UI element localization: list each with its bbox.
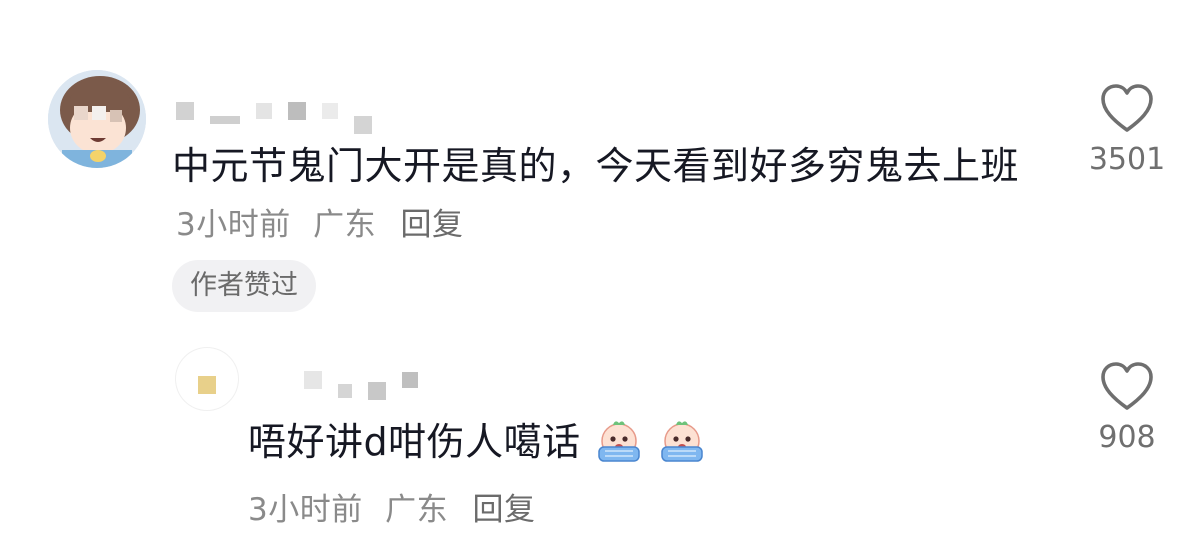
avatar-blur-block — [198, 376, 216, 394]
crying-emoji-icon — [595, 417, 643, 478]
like-button[interactable]: 908 — [1072, 360, 1182, 458]
commenter-name-blurred[interactable] — [176, 88, 372, 134]
comment-time: 3小时前 — [176, 207, 291, 243]
like-button[interactable]: 3501 — [1072, 82, 1182, 180]
comment-text: 中元节鬼门大开是真的，今天看到好多穷鬼去上班 — [172, 144, 1020, 188]
comment-location: 广东 — [385, 492, 449, 528]
reply-body: 唔好讲d咁伤人噶话 — [248, 414, 706, 478]
like-count: 908 — [1098, 420, 1156, 455]
replier-name-blurred[interactable] — [304, 360, 418, 400]
crying-emoji-icon — [658, 417, 706, 478]
reply-meta: 3小时前 广东 回复 — [248, 485, 535, 535]
reply-button[interactable]: 回复 — [472, 492, 535, 528]
heart-outline-icon[interactable] — [1072, 360, 1182, 412]
comment-meta: 3小时前 广东 回复 — [176, 207, 463, 243]
author-liked-badge: 作者赞过 — [172, 260, 316, 312]
reply-button[interactable]: 回复 — [400, 207, 463, 243]
comment-location: 广东 — [313, 207, 377, 243]
commenter-avatar[interactable] — [48, 70, 146, 168]
comment-time: 3小时前 — [248, 492, 363, 528]
comment-text: 唔好讲d咁伤人噶话 — [248, 420, 581, 464]
heart-outline-icon[interactable] — [1072, 82, 1182, 134]
like-count: 3501 — [1088, 142, 1166, 177]
replier-avatar[interactable] — [176, 348, 238, 410]
avatar-illustration — [48, 70, 146, 168]
comment-body: 中元节鬼门大开是真的，今天看到好多穷鬼去上班 3小时前 广东 回复 — [172, 138, 1032, 253]
